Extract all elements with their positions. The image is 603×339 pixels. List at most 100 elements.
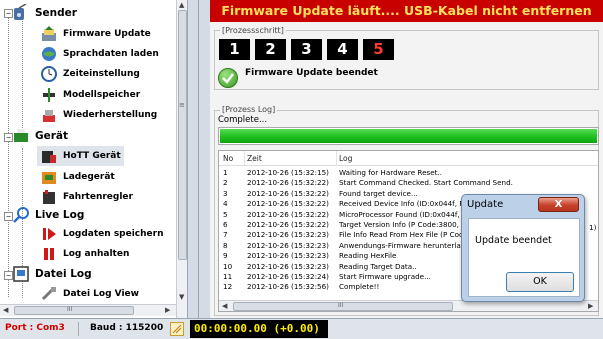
log-cell-time: 2012-10-26 (15:32:22) bbox=[247, 209, 329, 219]
device-icon bbox=[12, 127, 30, 145]
log-cell-time: 2012-10-26 (15:32:24) bbox=[247, 272, 329, 281]
log-cell-time: 2012-10-26 (15:32:23) bbox=[247, 261, 329, 271]
record-icon bbox=[40, 225, 58, 243]
scroll-grip: III bbox=[338, 302, 344, 309]
tree-item-live-log[interactable]: Live Log bbox=[12, 206, 84, 224]
process-step-title: [Prozessschritt] bbox=[220, 26, 286, 35]
step-4: 4 bbox=[327, 39, 358, 60]
resize-grip-icon[interactable] bbox=[170, 322, 184, 336]
close-button[interactable]: X bbox=[538, 197, 579, 212]
log-row[interactable]: 1 2012-10-26 (15:32:15) Waiting for Hardwa… bbox=[219, 168, 598, 178]
progress-bar bbox=[218, 127, 599, 145]
tree-horizontal-scrollbar[interactable]: ◀ III ▶ bbox=[0, 304, 176, 316]
log-cell-time: 2012-10-26 (15:32:22) bbox=[247, 188, 329, 198]
dialog-title: Update bbox=[467, 199, 504, 210]
done-text: Firmware Update beendet bbox=[245, 68, 378, 78]
tree-item-label: Datei Log bbox=[35, 268, 92, 280]
status-bar: Port : Com3 Baud : 115200 00:00:00.00 (+… bbox=[0, 318, 603, 339]
timer-display: 00:00:00.00 (+0.00) bbox=[190, 320, 328, 338]
language-data-icon bbox=[40, 45, 58, 63]
scroll-up-arrow-icon[interactable]: ▲ bbox=[179, 1, 184, 9]
tree-item-fahrtenregler[interactable]: Fahrtenregler bbox=[40, 188, 133, 206]
column-header-log[interactable]: Log bbox=[339, 154, 352, 163]
log-cell-no: 4 bbox=[223, 199, 228, 209]
baud-status: Baud : 115200 bbox=[90, 323, 164, 333]
ok-button[interactable]: OK bbox=[506, 272, 574, 292]
tree-item-zeiteinstellung[interactable]: Zeiteinstellung bbox=[40, 65, 140, 83]
tree-connector bbox=[22, 18, 23, 130]
tree-item-label: Firmware Update bbox=[63, 29, 151, 39]
column-header-no[interactable]: No bbox=[223, 154, 233, 163]
log-header: No Zeit Log bbox=[219, 151, 598, 166]
log-cell-no: 5 bbox=[223, 209, 228, 219]
column-separator bbox=[336, 151, 337, 166]
log-cell-time: 2012-10-26 (15:32:23) bbox=[247, 251, 329, 261]
panel-splitter[interactable] bbox=[188, 0, 199, 318]
overflow-fragment: 1) bbox=[589, 223, 597, 232]
tree-item-datei-log[interactable]: Datei Log bbox=[12, 265, 92, 283]
tree-item-sender[interactable]: Sender bbox=[12, 3, 77, 22]
log-cell-no: 7 bbox=[223, 230, 228, 240]
log-row[interactable]: 2 2012-10-26 (15:32:22) Start Command Chec… bbox=[219, 178, 598, 188]
log-cell-no: 6 bbox=[223, 220, 228, 229]
log-cell-no: 3 bbox=[223, 188, 228, 198]
restore-icon bbox=[40, 106, 58, 124]
log-cell-time: 2012-10-26 (15:32:22) bbox=[247, 178, 329, 188]
navigation-tree: − Sender Firmware Update Sprachdaten lad… bbox=[0, 0, 188, 318]
update-dialog: Update X Update beendet OK bbox=[461, 194, 585, 302]
status-separator bbox=[78, 322, 79, 336]
tree-item-label: Sender bbox=[35, 7, 77, 19]
tree-item-label: Datei Log View bbox=[63, 289, 139, 299]
tree-item-hott-geraet[interactable]: HoTT Gerät bbox=[37, 146, 124, 166]
tree-item-label: Sprachdaten laden bbox=[63, 49, 159, 59]
tree-item-ladegeraet[interactable]: Ladegerät bbox=[40, 168, 115, 186]
log-cell-message: Reading Target Data.. bbox=[339, 261, 417, 271]
scroll-left-arrow-icon[interactable]: ◀ bbox=[3, 306, 8, 314]
log-cell-message: Start Command Checked. Start Command Sen… bbox=[339, 178, 513, 188]
live-log-icon bbox=[12, 206, 30, 224]
log-cell-message: Found target device... bbox=[339, 188, 418, 198]
log-cell-time: 2012-10-26 (15:32:23) bbox=[247, 240, 329, 250]
tree-vscroll-thumb[interactable]: ≡ bbox=[178, 10, 187, 260]
log-cell-message: Anwendungs-Firmware herunterladen bbox=[339, 240, 475, 250]
tree-item-sprachdaten[interactable]: Sprachdaten laden bbox=[40, 45, 159, 63]
process-log-title: [Prozess Log] bbox=[220, 105, 278, 114]
tree-hscroll-thumb[interactable]: III bbox=[14, 306, 134, 315]
log-hscroll-thumb[interactable]: III bbox=[233, 302, 453, 311]
log-cell-time: 2012-10-26 (15:32:23) bbox=[247, 230, 329, 240]
log-cell-no: 9 bbox=[223, 251, 228, 261]
log-cell-no: 10 bbox=[223, 261, 233, 271]
tree-vertical-scrollbar[interactable]: ▲ ≡ ▼ bbox=[176, 0, 187, 318]
step-2: 2 bbox=[255, 39, 286, 60]
step-3: 3 bbox=[291, 39, 322, 60]
transmitter-icon bbox=[12, 3, 30, 22]
log-cell-message: MicroProcessor Found (ID:0x044f, PI: bbox=[339, 209, 471, 219]
column-header-zeit[interactable]: Zeit bbox=[247, 154, 262, 163]
tree-item-label: Fahrtenregler bbox=[63, 192, 133, 202]
dialog-message: Update beendet bbox=[475, 235, 552, 246]
scroll-left-arrow-icon[interactable]: ◀ bbox=[222, 302, 227, 310]
stop-icon bbox=[40, 245, 58, 263]
log-cell-no: 2 bbox=[223, 178, 228, 188]
scroll-down-arrow-icon[interactable]: ▼ bbox=[179, 293, 184, 301]
log-cell-time: 2012-10-26 (15:32:22) bbox=[247, 199, 329, 209]
log-cell-no: 11 bbox=[223, 272, 233, 281]
log-cell-message: Start Firmware upgrade... bbox=[339, 272, 431, 281]
log-cell-no: 1 bbox=[223, 168, 228, 177]
tree-item-firmware-update[interactable]: Firmware Update bbox=[40, 25, 151, 43]
tree-item-label: Logdaten speichern bbox=[63, 229, 164, 239]
tree-item-modellspeicher[interactable]: Modellspeicher bbox=[40, 86, 140, 104]
done-indicator: Firmware Update beendet bbox=[218, 66, 378, 88]
scroll-right-arrow-icon[interactable]: ▶ bbox=[165, 306, 170, 314]
column-separator bbox=[244, 151, 245, 166]
tree-item-datei-log-view[interactable]: Datei Log View bbox=[40, 285, 139, 303]
tree-item-geraet[interactable]: Gerät bbox=[12, 127, 68, 145]
clock-icon bbox=[40, 65, 58, 83]
firmware-update-icon bbox=[40, 25, 58, 43]
speed-controller-icon bbox=[40, 188, 58, 206]
tree-item-logdaten-speichern[interactable]: Logdaten speichern bbox=[40, 225, 164, 243]
scroll-right-arrow-icon[interactable]: ▶ bbox=[588, 302, 593, 310]
tree-item-wiederherstellung[interactable]: Wiederherstellung bbox=[40, 106, 157, 124]
tree-item-log-anhalten[interactable]: Log anhalten bbox=[40, 245, 129, 263]
file-log-view-icon bbox=[40, 285, 58, 303]
